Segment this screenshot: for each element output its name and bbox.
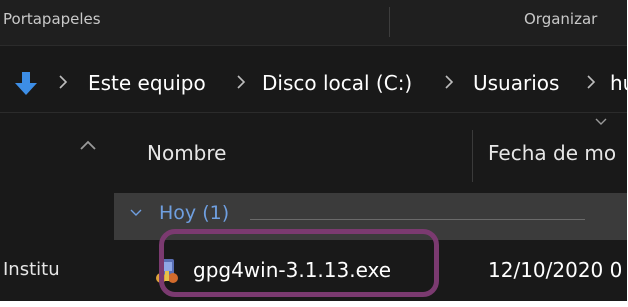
breadcrumb-users[interactable]: Usuarios: [473, 71, 559, 95]
group-divider-line: [250, 219, 585, 220]
ribbon-group-labels: Portapapeles Organizar: [0, 0, 627, 46]
breadcrumb-user-folder[interactable]: hu: [610, 71, 627, 95]
group-label: Hoy (1): [159, 202, 230, 224]
file-date: 12/10/2020 0: [488, 258, 623, 282]
chevron-right-icon[interactable]: [236, 73, 246, 91]
download-arrow-icon: [15, 72, 37, 95]
column-header-date[interactable]: Fecha de mo: [488, 141, 616, 165]
chevron-right-icon[interactable]: [586, 73, 596, 91]
ribbon-divider: [389, 7, 390, 37]
nav-pane-item[interactable]: Institu: [3, 259, 60, 280]
column-header-name[interactable]: Nombre: [147, 141, 226, 165]
chevron-right-icon[interactable]: [444, 73, 454, 91]
address-bar[interactable]: Este equipo Disco local (C:) Usuarios hu: [0, 56, 627, 113]
file-explorer-window: Portapapeles Organizar Este equipo Disco…: [0, 0, 627, 301]
chevron-down-icon[interactable]: [129, 208, 143, 218]
breadcrumb-local-disk[interactable]: Disco local (C:): [262, 71, 412, 95]
column-divider[interactable]: [472, 130, 473, 182]
ribbon-group-organize: Organizar: [524, 10, 598, 28]
scroll-up-icon[interactable]: [78, 138, 98, 152]
highlight-annotation: [159, 229, 439, 297]
sort-indicator-icon: [595, 118, 607, 125]
breadcrumb-this-pc[interactable]: Este equipo: [88, 71, 206, 95]
ribbon-group-clipboard: Portapapeles: [3, 10, 101, 28]
chevron-right-icon[interactable]: [58, 73, 68, 91]
